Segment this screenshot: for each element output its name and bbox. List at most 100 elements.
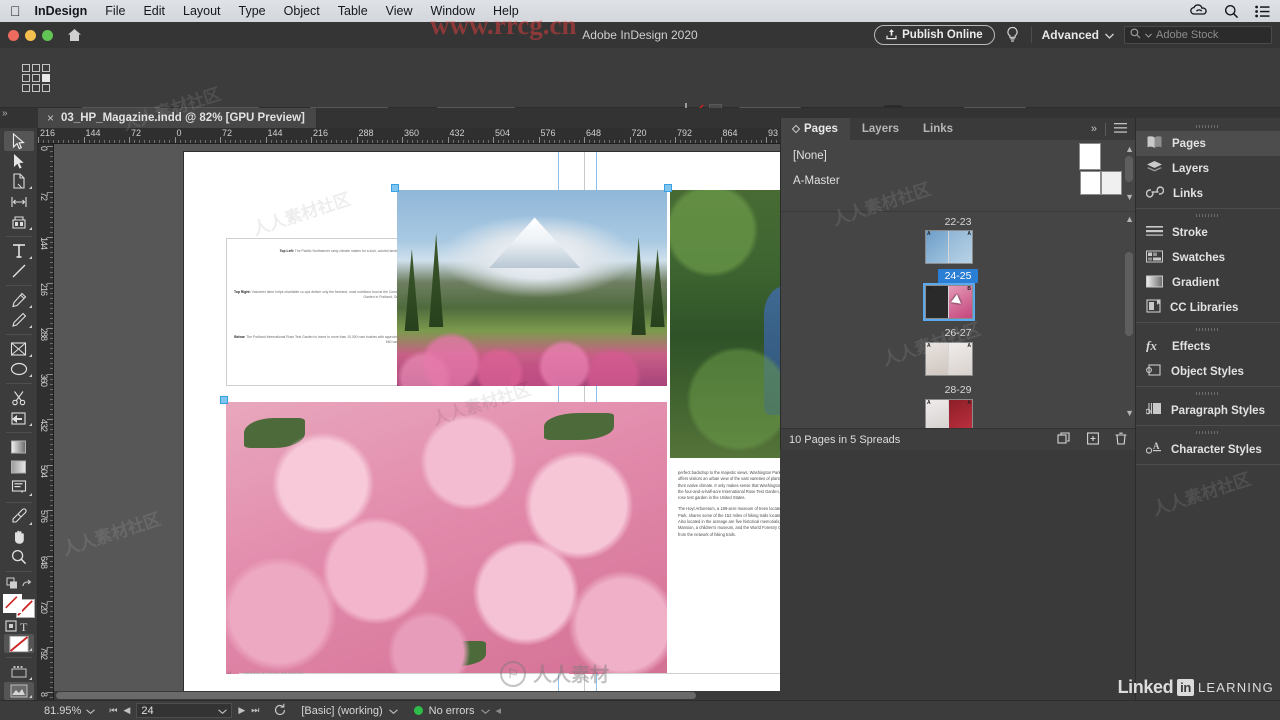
window-controls[interactable] — [8, 29, 53, 41]
revert-icon[interactable] — [273, 703, 287, 719]
hand-tool[interactable] — [4, 527, 34, 547]
menu-view[interactable]: View — [386, 4, 413, 18]
home-icon[interactable] — [65, 26, 83, 44]
dock-item-layers[interactable]: Layers — [1136, 156, 1280, 181]
chevron-down-icon[interactable] — [388, 705, 398, 717]
swap-fill-stroke-icon[interactable] — [4, 576, 34, 592]
masters-scrollbar[interactable] — [1125, 156, 1133, 182]
creative-cloud-icon[interactable] — [1190, 4, 1208, 18]
previous-page-icon[interactable]: ◀ — [123, 705, 130, 716]
proxy-cell[interactable] — [22, 74, 30, 82]
apple-logo-icon[interactable]:  — [10, 4, 21, 18]
dock-item-effects[interactable]: fx Effects — [1136, 334, 1280, 359]
photo-roses[interactable] — [226, 402, 667, 674]
scroll-down-arrow[interactable]: ▼ — [1125, 408, 1134, 418]
tab-pages[interactable]: Pages — [781, 118, 850, 140]
photo-mountain-landscape[interactable] — [397, 190, 667, 386]
control-center-icon[interactable] — [1255, 5, 1270, 18]
zoom-control[interactable]: 81.95% — [44, 705, 96, 717]
master-a-thumb-right[interactable] — [1101, 171, 1122, 195]
next-page-icon[interactable]: ▶ — [238, 705, 245, 716]
note-tool[interactable] — [4, 477, 34, 497]
document-tab[interactable]: × 03_HP_Magazine.indd @ 82% [GPU Preview… — [38, 108, 317, 128]
proxy-cell[interactable] — [22, 84, 30, 92]
spread-label-28-29[interactable]: 28-29 — [781, 384, 1135, 396]
master-a-thumb-left[interactable] — [1080, 171, 1101, 195]
menu-window[interactable]: Window — [431, 4, 475, 18]
menu-edit[interactable]: Edit — [143, 4, 165, 18]
spread-label-24-25[interactable]: 24-25 — [781, 269, 1135, 283]
tab-links[interactable]: Links — [911, 118, 965, 140]
page-number-field[interactable]: 24 — [136, 703, 233, 718]
double-chevron-right-icon[interactable]: » — [1091, 123, 1097, 135]
dock-item-object-styles[interactable]: Object Styles — [1136, 359, 1280, 384]
line-tool[interactable] — [4, 261, 34, 281]
free-transform-tool[interactable] — [4, 408, 34, 428]
dock-item-links[interactable]: Links — [1136, 181, 1280, 206]
first-page-icon[interactable]: ⏮ — [109, 705, 117, 716]
frame-handle[interactable] — [664, 184, 672, 192]
master-none-thumb[interactable] — [1079, 143, 1101, 170]
type-tool[interactable] — [4, 241, 34, 261]
dock-item-swatches[interactable]: Swatches — [1136, 245, 1280, 270]
page-tool[interactable] — [4, 171, 34, 191]
proxy-cell[interactable] — [42, 84, 50, 92]
panel-menu-icon[interactable] — [1114, 122, 1127, 136]
proxy-cell[interactable] — [32, 84, 40, 92]
dock-item-cc-libraries[interactable]: CC Libraries — [1136, 295, 1280, 320]
delete-page-icon[interactable] — [1115, 432, 1127, 448]
apply-none-icon[interactable] — [3, 634, 34, 654]
body-text-left-column[interactable]: perfect backdrop to the majestic views. … — [678, 470, 780, 670]
scroll-up-arrow[interactable]: ▲ — [1125, 214, 1134, 224]
dock-group-grip[interactable] — [1136, 428, 1280, 437]
lightbulb-icon[interactable] — [1005, 26, 1021, 44]
horizontal-ruler[interactable]: 216 144 72 0 72 144 216 288 360 432 504 576 648 720 79… — [38, 128, 780, 144]
scroll-up-arrow[interactable]: ▲ — [1125, 144, 1134, 154]
preview-mode-icon[interactable] — [3, 682, 34, 701]
workspace-switcher[interactable]: Advanced — [1042, 28, 1114, 42]
scissors-tool[interactable] — [4, 388, 34, 408]
vertical-ruler[interactable]: 0 72 144 216 288 360 432 504 576 648 720 792 8 — [38, 144, 54, 700]
fill-color-box[interactable] — [2, 593, 22, 613]
spread-list[interactable]: 22-23 A A 24-25 B B 26-27 A A 28-29 A A … — [781, 212, 1135, 430]
proxy-cell[interactable] — [32, 74, 40, 82]
proxy-cell-selected[interactable] — [42, 74, 50, 82]
spotlight-search-icon[interactable] — [1224, 4, 1239, 19]
maximize-window-button[interactable] — [42, 29, 53, 41]
menu-file[interactable]: File — [105, 4, 125, 18]
spread-label-26-27[interactable]: 26-27 — [781, 327, 1135, 339]
dock-item-pages[interactable]: Pages — [1136, 131, 1280, 156]
zoom-level-value[interactable]: 81.95% — [44, 705, 81, 717]
proxy-cell[interactable] — [42, 64, 50, 72]
master-none-label[interactable]: [None] — [793, 150, 827, 162]
spreads-scrollbar[interactable] — [1125, 252, 1133, 336]
eyedropper-tool[interactable] — [4, 506, 34, 526]
normal-view-mode-icon[interactable] — [4, 662, 34, 682]
spread-thumbnail-28-29[interactable]: A A — [925, 399, 973, 430]
gap-tool[interactable] — [4, 191, 34, 211]
menu-layout[interactable]: Layout — [183, 4, 221, 18]
caption-text-frame[interactable]: Top Left: The Pacific Northwest's rainy … — [226, 238, 412, 386]
fill-stroke-controls[interactable] — [2, 593, 35, 618]
proxy-cell[interactable] — [22, 64, 30, 72]
chevron-down-icon[interactable] — [86, 705, 96, 717]
ellipse-tool[interactable] — [4, 359, 34, 379]
master-a-label[interactable]: A-Master — [793, 175, 840, 187]
gradient-feather-tool[interactable] — [4, 457, 34, 477]
spread-thumbnail-26-27[interactable]: A A — [925, 342, 973, 376]
menu-indesign[interactable]: InDesign — [35, 4, 88, 18]
status-profile-label[interactable]: [Basic] (working) — [301, 705, 382, 717]
dock-group-grip[interactable] — [1136, 325, 1280, 334]
photo-gardener[interactable] — [670, 190, 780, 458]
masters-section[interactable]: [None] A-Master ▲ ▼ — [781, 140, 1135, 212]
status-expand-icon[interactable]: ◂ — [496, 704, 502, 717]
double-chevron-right-icon[interactable]: » — [2, 108, 8, 119]
chevron-down-icon[interactable] — [218, 705, 228, 717]
menu-object[interactable]: Object — [284, 4, 320, 18]
proxy-cell[interactable] — [32, 64, 40, 72]
gradient-swatch-tool[interactable] — [4, 437, 34, 457]
document-canvas[interactable]: Top Left: The Pacific Northwest's rainy … — [54, 144, 780, 700]
publish-online-button[interactable]: Publish Online — [874, 25, 995, 45]
spread-label-22-23[interactable]: 22-23 — [781, 216, 1135, 228]
menu-type[interactable]: Type — [239, 4, 266, 18]
